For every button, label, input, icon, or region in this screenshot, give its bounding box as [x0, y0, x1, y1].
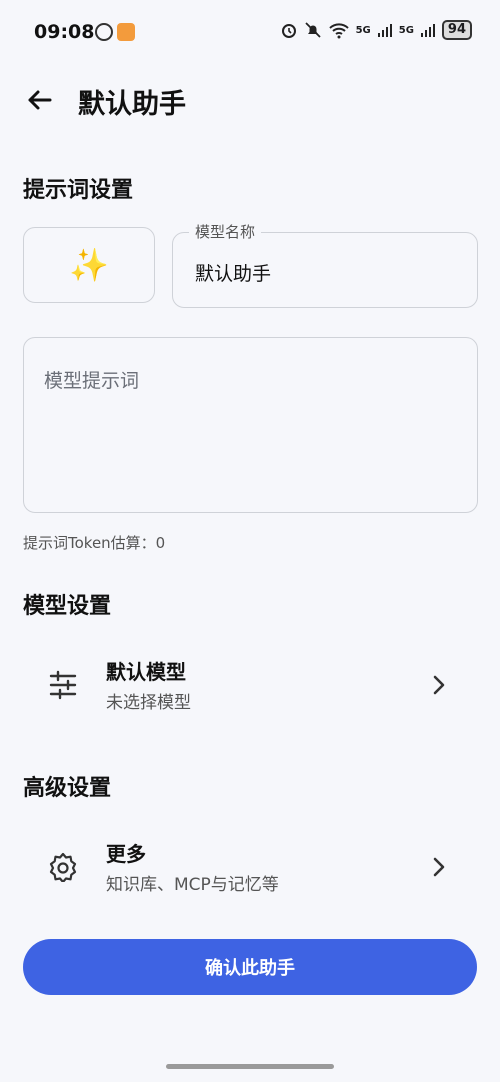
mute-bell-icon: [304, 22, 321, 38]
model-prompt-input[interactable]: 模型提示词: [23, 337, 478, 513]
status-time: 09:08: [34, 21, 95, 43]
signal-icon-2: [420, 24, 435, 37]
confirm-assistant-button[interactable]: 确认此助手: [23, 939, 477, 995]
back-arrow-icon[interactable]: [22, 82, 58, 118]
gear-icon: [49, 852, 77, 882]
model-settings-title: 模型设置: [23, 594, 112, 619]
home-indicator[interactable]: [166, 1064, 334, 1069]
model-name-value[interactable]: 默认助手: [195, 259, 271, 286]
status-bar: 09:08 5G 5G 94: [0, 0, 500, 64]
model-name-label: 模型名称: [189, 221, 262, 242]
prompt-settings-title: 提示词设置: [23, 178, 134, 203]
sliders-icon: [49, 670, 77, 700]
model-name-field[interactable]: 模型名称 默认助手: [172, 221, 478, 308]
assistant-avatar-picker[interactable]: ✨: [23, 227, 155, 303]
speed-badge-icon: [95, 23, 113, 41]
default-model-row[interactable]: 默认模型 未选择模型: [0, 642, 500, 732]
advanced-settings-title: 高级设置: [23, 776, 112, 801]
battery-indicator: 94: [441, 20, 472, 40]
token-estimate: 提示词Token估算：0: [23, 534, 166, 552]
default-model-subtitle: 未选择模型: [106, 693, 191, 713]
page-title: 默认助手: [78, 89, 186, 120]
chevron-right-icon: [433, 857, 445, 877]
chevron-right-icon: [433, 675, 445, 695]
network-label-1: 5G: [355, 24, 371, 36]
signal-icon: [377, 24, 392, 37]
status-icons: 5G 5G 94: [280, 20, 472, 40]
alarm-icon: [281, 24, 296, 38]
more-settings-row[interactable]: 更多 知识库、MCP与记忆等: [0, 824, 500, 914]
wifi-icon: [328, 23, 349, 39]
network-label-2: 5G: [398, 24, 414, 36]
app-header: 默认助手: [0, 72, 500, 128]
more-settings-title: 更多: [106, 842, 146, 866]
more-settings-subtitle: 知识库、MCP与记忆等: [106, 875, 279, 895]
model-prompt-placeholder: 模型提示词: [44, 370, 140, 392]
health-app-icon: [117, 23, 135, 41]
sparkles-icon: ✨: [69, 246, 109, 284]
default-model-title: 默认模型: [106, 660, 186, 684]
